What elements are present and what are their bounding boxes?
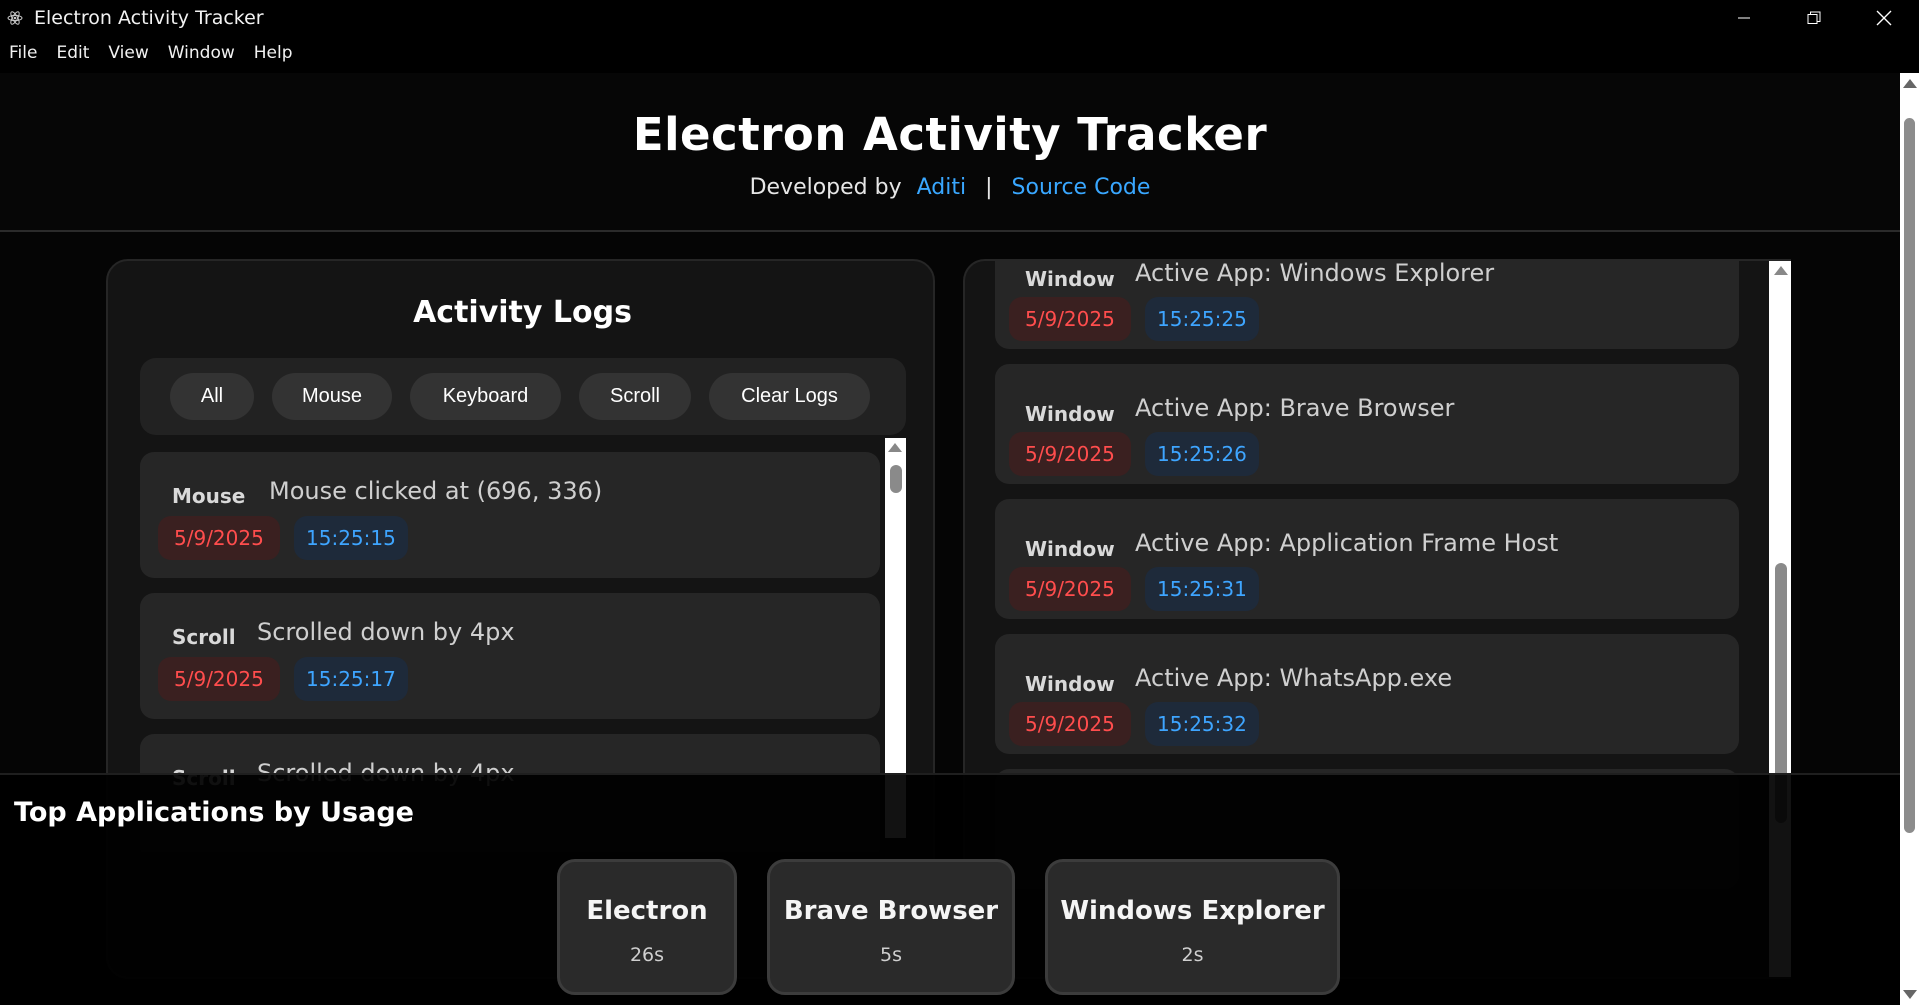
log-message: Active App: Windows Explorer bbox=[1135, 259, 1495, 287]
author-link[interactable]: Aditi bbox=[917, 175, 966, 200]
log-message: Mouse clicked at (696, 336) bbox=[269, 477, 603, 505]
menu-view[interactable]: View bbox=[108, 43, 148, 63]
scroll-thumb[interactable] bbox=[1904, 118, 1915, 833]
minimize-button[interactable] bbox=[1709, 0, 1779, 35]
scroll-up-arrow-icon[interactable] bbox=[888, 443, 902, 452]
scroll-up-arrow-icon[interactable] bbox=[1774, 266, 1788, 275]
log-item: Scroll Scrolled down by 4px 5/9/2025 15:… bbox=[140, 593, 880, 719]
app-header: Electron Activity Tracker Developed by A… bbox=[0, 73, 1900, 232]
scroll-down-arrow-icon[interactable] bbox=[1903, 990, 1917, 999]
log-type: Window bbox=[1025, 537, 1115, 561]
app-card: Windows Explorer 2s bbox=[1045, 859, 1340, 995]
credits: Developed by Aditi | Source Code bbox=[0, 175, 1900, 200]
source-code-link[interactable]: Source Code bbox=[1012, 175, 1151, 200]
log-item: Window Active App: Windows Explorer 5/9/… bbox=[995, 259, 1739, 349]
clear-logs-button[interactable]: Clear Logs bbox=[709, 373, 870, 420]
log-type: Window bbox=[1025, 672, 1115, 696]
separator: | bbox=[985, 175, 993, 200]
time-badge: 15:25:17 bbox=[294, 657, 408, 701]
restore-icon bbox=[1807, 11, 1821, 24]
time-badge: 15:25:31 bbox=[1145, 567, 1259, 611]
log-item: Window Active App: Brave Browser 5/9/202… bbox=[995, 364, 1739, 484]
app-card: Electron 26s bbox=[557, 859, 737, 995]
log-type: Window bbox=[1025, 402, 1115, 426]
top-apps-title: Top Applications by Usage bbox=[14, 797, 414, 828]
log-message: Active App: WhatsApp.exe bbox=[1135, 664, 1453, 692]
filter-keyboard-button[interactable]: Keyboard bbox=[410, 373, 561, 420]
log-message: Scrolled down by 4px bbox=[257, 618, 515, 646]
page-title: Electron Activity Tracker bbox=[632, 108, 1268, 161]
developed-by-label: Developed by bbox=[749, 175, 902, 200]
filter-bar: All Mouse Keyboard Scroll Clear Logs bbox=[140, 358, 906, 435]
app-content: Electron Activity Tracker Developed by A… bbox=[0, 73, 1900, 1005]
menu-window[interactable]: Window bbox=[168, 43, 235, 63]
log-type: Scroll bbox=[172, 625, 236, 649]
electron-icon bbox=[6, 9, 24, 27]
menu-bar: File Edit View Window Help bbox=[0, 35, 1919, 71]
filter-all-button[interactable]: All bbox=[170, 373, 254, 420]
date-badge: 5/9/2025 bbox=[1009, 567, 1131, 611]
title-bar: Electron Activity Tracker bbox=[0, 0, 1919, 35]
log-type: Window bbox=[1025, 267, 1115, 291]
activity-logs-title: Activity Logs bbox=[413, 295, 632, 330]
log-item: Mouse Mouse clicked at (696, 336) 5/9/20… bbox=[140, 452, 880, 578]
close-button[interactable] bbox=[1849, 0, 1919, 35]
window-title: Electron Activity Tracker bbox=[34, 6, 264, 29]
app-card: Brave Browser 5s bbox=[767, 859, 1015, 995]
app-duration: 2s bbox=[1181, 944, 1204, 966]
app-name: Windows Explorer bbox=[1060, 896, 1325, 926]
filter-scroll-button[interactable]: Scroll bbox=[579, 373, 691, 420]
app-duration: 26s bbox=[629, 944, 665, 966]
date-badge: 5/9/2025 bbox=[1009, 297, 1131, 341]
restore-button[interactable] bbox=[1779, 0, 1849, 35]
date-badge: 5/9/2025 bbox=[158, 516, 280, 560]
time-badge: 15:25:15 bbox=[294, 516, 408, 560]
date-badge: 5/9/2025 bbox=[1009, 432, 1131, 476]
menu-file[interactable]: File bbox=[9, 43, 37, 63]
date-badge: 5/9/2025 bbox=[158, 657, 280, 701]
log-type: Mouse bbox=[172, 484, 246, 508]
app-name: Electron bbox=[586, 896, 708, 926]
date-badge: 5/9/2025 bbox=[1009, 702, 1131, 746]
app-duration: 5s bbox=[880, 944, 902, 966]
filter-mouse-button[interactable]: Mouse bbox=[272, 373, 392, 420]
log-message: Active App: Brave Browser bbox=[1135, 394, 1455, 422]
menu-help[interactable]: Help bbox=[254, 43, 293, 63]
close-icon bbox=[1876, 10, 1892, 25]
scroll-up-arrow-icon[interactable] bbox=[1903, 79, 1917, 88]
time-badge: 15:25:26 bbox=[1145, 432, 1259, 476]
log-message: Active App: Application Frame Host bbox=[1135, 529, 1559, 557]
time-badge: 15:25:32 bbox=[1145, 702, 1259, 746]
top-apps-section: Top Applications by Usage Electron 26s B… bbox=[0, 773, 1900, 1005]
time-badge: 15:25:25 bbox=[1145, 297, 1259, 341]
app-name: Brave Browser bbox=[783, 896, 999, 926]
minimize-icon bbox=[1738, 17, 1750, 18]
menu-edit[interactable]: Edit bbox=[56, 43, 89, 63]
page-scrollbar[interactable] bbox=[1900, 73, 1919, 1005]
scroll-thumb[interactable] bbox=[890, 465, 902, 493]
log-item: Window Active App: WhatsApp.exe 5/9/2025… bbox=[995, 634, 1739, 754]
log-item: Window Active App: Application Frame Hos… bbox=[995, 499, 1739, 619]
